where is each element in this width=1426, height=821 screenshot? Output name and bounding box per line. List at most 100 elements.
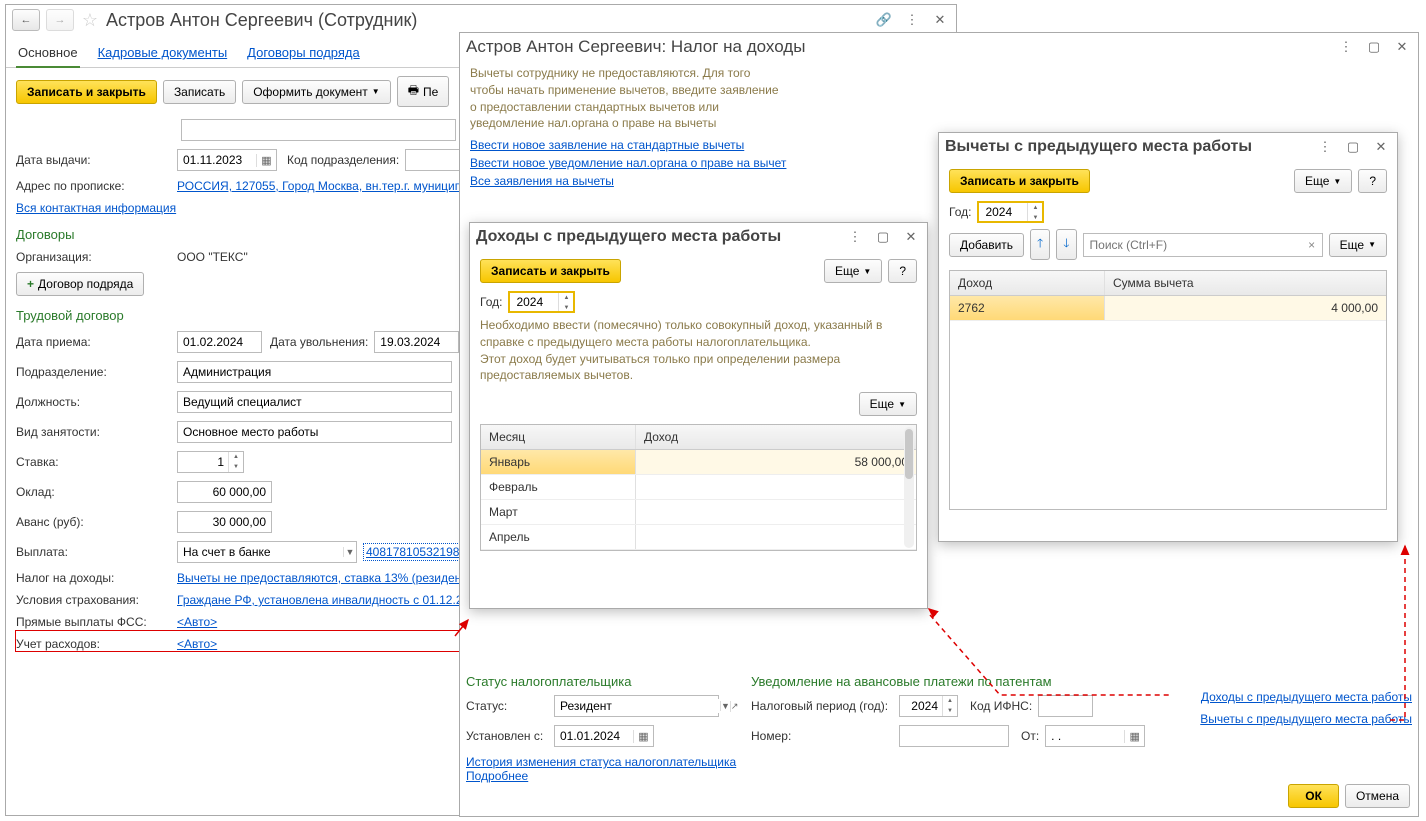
table-row[interactable]: 2762 4 000,00 xyxy=(950,296,1386,321)
link-all-apps[interactable]: Все заявления на вычеты xyxy=(470,174,614,188)
open-icon[interactable]: ↗ xyxy=(730,701,739,712)
calendar-icon[interactable]: ▦ xyxy=(256,154,276,167)
calendar-icon[interactable]: ▦ xyxy=(633,730,653,743)
print-button[interactable]: 🖶 Пе xyxy=(397,76,450,107)
dept-code-input[interactable] xyxy=(405,149,465,171)
more-button[interactable]: Еще ▼ xyxy=(1294,169,1352,193)
table-row[interactable]: Февраль xyxy=(481,475,916,500)
link-new-deduct-app[interactable]: Ввести новое заявление на стандартные вы… xyxy=(470,138,744,152)
create-doc-button[interactable]: Оформить документ ▼ xyxy=(242,80,390,104)
link-status-history[interactable]: История изменения статуса налогоплательщ… xyxy=(466,755,736,769)
set-from-field[interactable]: ▦ xyxy=(554,725,654,747)
more-button-2[interactable]: Еще ▼ xyxy=(1329,233,1387,257)
label-salary: Оклад: xyxy=(16,485,171,499)
label-org: Организация: xyxy=(16,250,171,264)
hire-date-input[interactable] xyxy=(177,331,262,353)
ok-button[interactable]: ОК xyxy=(1288,784,1339,808)
table-row[interactable]: Январь 58 000,00 xyxy=(481,450,916,475)
dept-input[interactable] xyxy=(177,361,452,383)
label-tax: Налог на доходы: xyxy=(16,571,171,585)
scrollbar[interactable] xyxy=(904,427,914,548)
tax-period-spinner[interactable]: ▲▼ xyxy=(899,695,958,717)
fire-date-input[interactable] xyxy=(374,331,459,353)
deduct-table: Доход Сумма вычета 2762 4 000,00 xyxy=(949,270,1387,510)
number-input[interactable] xyxy=(899,725,1009,747)
save-button[interactable]: Записать xyxy=(163,80,236,104)
year-spinner[interactable]: ▲▼ xyxy=(508,291,575,313)
search-input[interactable]: × xyxy=(1083,233,1323,257)
all-contacts-link[interactable]: Вся контактная информация xyxy=(16,201,176,215)
emp-type-input[interactable] xyxy=(177,421,452,443)
help-button[interactable]: ? xyxy=(1358,169,1387,193)
close-icon[interactable]: ✕ xyxy=(930,10,950,30)
window-title: Астров Антон Сергеевич (Сотрудник) xyxy=(106,10,868,31)
chevron-down-icon[interactable]: ▼ xyxy=(343,547,356,557)
move-up-button[interactable]: 🡑 xyxy=(1030,229,1050,260)
label-issue-date: Дата выдачи: xyxy=(16,153,171,167)
link-prev-income[interactable]: Доходы с предыдущего места работы xyxy=(1201,690,1412,704)
maximize-icon[interactable]: ▢ xyxy=(1364,37,1384,57)
tab-contracts[interactable]: Договоры подряда xyxy=(245,41,362,67)
status-section-header: Статус налогоплательщика xyxy=(466,672,751,691)
close-icon[interactable]: ✕ xyxy=(1392,37,1412,57)
tab-main[interactable]: Основное xyxy=(16,41,80,68)
issue-date-field[interactable]: ▦ xyxy=(177,149,277,171)
link-new-notification[interactable]: Ввести новое уведомление нал.органа о пр… xyxy=(470,156,786,170)
rate-spinner[interactable]: ▲▼ xyxy=(177,451,244,473)
fss-link[interactable]: <Авто> xyxy=(177,615,217,629)
label-reg-addr: Адрес по прописке: xyxy=(16,179,171,193)
insurance-link[interactable]: Граждане РФ, установлена инвалидность с … xyxy=(177,593,476,607)
position-input[interactable] xyxy=(177,391,452,413)
tab-hr[interactable]: Кадровые документы xyxy=(96,41,230,67)
add-contract-button[interactable]: + Договор подряда xyxy=(16,272,144,296)
move-down-button[interactable]: 🡓 xyxy=(1056,229,1076,260)
ifns-input[interactable] xyxy=(1038,695,1093,717)
link-icon[interactable]: 🔗 xyxy=(874,10,894,30)
more-button-2[interactable]: Еще ▼ xyxy=(859,392,917,416)
plus-icon: + xyxy=(27,277,34,291)
cancel-button[interactable]: Отмена xyxy=(1345,784,1410,808)
clear-icon[interactable]: × xyxy=(1302,238,1322,252)
label-dept: Подразделение: xyxy=(16,365,171,379)
year-spinner[interactable]: ▲▼ xyxy=(977,201,1044,223)
reg-addr-link[interactable]: РОССИЯ, 127055, Город Москва, вн.тер.г. … xyxy=(177,179,475,193)
label-set-from: Установлен с: xyxy=(466,729,548,743)
more-button[interactable]: Еще ▼ xyxy=(824,259,882,283)
status-dropdown[interactable]: ▼ ↗ xyxy=(554,695,719,717)
back-button[interactable]: ← xyxy=(12,9,40,31)
patent-section-header: Уведомление на авансовые платежи по пате… xyxy=(751,672,1161,691)
close-icon[interactable]: ✕ xyxy=(901,227,921,247)
star-icon[interactable]: ☆ xyxy=(80,10,100,30)
link-prev-deduct[interactable]: Вычеты с предыдущего места работы xyxy=(1200,712,1412,726)
col-income: Доход xyxy=(950,271,1105,295)
salary-input[interactable] xyxy=(177,481,272,503)
prev-income-help: Необходимо ввести (помесячно) только сов… xyxy=(470,313,927,388)
help-button[interactable]: ? xyxy=(888,259,917,283)
more-icon[interactable]: ⋮ xyxy=(902,10,922,30)
from-date-field[interactable]: ▦ xyxy=(1045,725,1145,747)
label-tax-period: Налоговый период (год): xyxy=(751,699,893,713)
col-deduct: Сумма вычета xyxy=(1105,271,1386,295)
close-icon[interactable]: ✕ xyxy=(1371,137,1391,157)
advance-input[interactable] xyxy=(177,511,272,533)
col-income: Доход xyxy=(636,425,916,449)
table-row[interactable]: Март xyxy=(481,500,916,525)
save-close-button[interactable]: Записать и закрыть xyxy=(949,169,1090,193)
label-from: От: xyxy=(1021,729,1039,743)
more-icon[interactable]: ⋮ xyxy=(845,227,865,247)
more-icon[interactable]: ⋮ xyxy=(1336,37,1356,57)
income-table: Месяц Доход Январь 58 000,00 Февраль Мар… xyxy=(480,424,917,551)
more-icon[interactable]: ⋮ xyxy=(1315,137,1335,157)
tax-link[interactable]: Вычеты не предоставляются, ставка 13% (р… xyxy=(177,571,471,585)
maximize-icon[interactable]: ▢ xyxy=(1343,137,1363,157)
maximize-icon[interactable]: ▢ xyxy=(873,227,893,247)
table-row[interactable]: Апрель xyxy=(481,525,916,550)
link-more-details[interactable]: Подробнее xyxy=(466,769,528,783)
payout-dropdown[interactable]: ▼ xyxy=(177,541,357,563)
save-close-button[interactable]: Записать и закрыть xyxy=(480,259,621,283)
forward-button[interactable]: → xyxy=(46,9,74,31)
blank-input[interactable] xyxy=(181,119,456,141)
add-button[interactable]: Добавить xyxy=(949,233,1024,257)
save-close-button[interactable]: Записать и закрыть xyxy=(16,80,157,104)
calendar-icon[interactable]: ▦ xyxy=(1124,730,1144,743)
